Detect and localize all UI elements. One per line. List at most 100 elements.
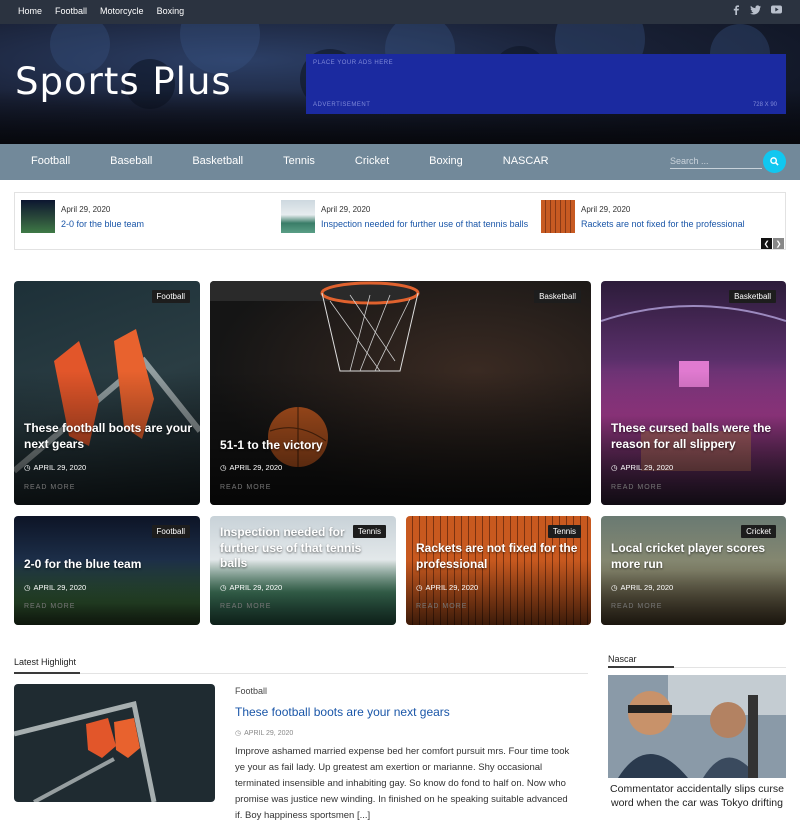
featured-card[interactable]: Football These football boots are your n… [14,281,200,505]
ad-placeholder-text: PLACE YOUR ADS HERE [313,60,394,66]
main-nav-items: Football Baseball Basketball Tennis Cric… [31,155,589,167]
twitter-icon[interactable] [750,5,761,18]
commentator-image [608,675,786,778]
ticker-item[interactable]: April 29, 2020 Inspection needed for fur… [281,200,531,233]
card-title[interactable]: 2-0 for the blue team [24,557,141,573]
ad-label: ADVERTISEMENT [313,102,371,108]
card-date-text: APRIL 29, 2020 [425,583,479,592]
site-header: Sports Plus PLACE YOUR ADS HERE ADVERTIS… [0,24,800,144]
card-title[interactable]: Rackets are not fixed for the profession… [416,541,586,572]
featured-card[interactable]: Basketball These cursed balls were the r… [601,281,786,505]
ticker-title[interactable]: 2-0 for the blue team [61,219,144,230]
featured-card[interactable]: Basketball 51-1 to the victory ◷ APRIL 29… [210,281,591,505]
featured-card[interactable]: Tennis Rackets are not fixed for the pro… [406,516,591,625]
read-more-link[interactable]: READ MORE [220,603,271,610]
clock-icon: ◷ [611,583,618,592]
ticker-date: April 29, 2020 [321,205,371,214]
search-button[interactable] [763,150,786,173]
read-more-link[interactable]: READ MORE [24,603,75,610]
latest-article-category[interactable]: Football [235,686,267,696]
ticker-title[interactable]: Rackets are not fixed for the profession… [581,219,745,230]
boots-image [14,700,157,802]
social-links [732,5,782,18]
category-tag[interactable]: Basketball [534,290,581,303]
news-ticker: April 29, 2020 2-0 for the blue team Apr… [14,192,786,250]
chevron-right-icon[interactable]: ❯ [773,238,784,249]
ticker-title[interactable]: Inspection needed for further use of tha… [321,219,528,230]
category-tag[interactable]: Tennis [547,525,581,538]
top-link-football[interactable]: Football [55,6,87,16]
latest-article-date: ◷ APRIL 29, 2020 [235,729,294,738]
card-title[interactable]: Inspection needed for further use of tha… [220,525,380,572]
featured-card[interactable]: Football 2-0 for the blue team ◷ APRIL 29… [14,516,200,625]
top-nav: Home Football Motorcycle Boxing [18,6,184,16]
top-link-motorcycle[interactable]: Motorcycle [100,6,144,16]
clock-icon: ◷ [235,730,242,737]
clock-icon: ◷ [220,583,227,592]
card-date: ◷ APRIL 29, 2020 [220,583,282,592]
nav-item-basketball[interactable]: Basketball [192,155,243,167]
ticker-date: April 29, 2020 [581,205,631,214]
nav-item-tennis[interactable]: Tennis [283,155,315,167]
top-link-boxing[interactable]: Boxing [157,6,185,16]
category-tag[interactable]: Football [151,525,190,538]
card-title[interactable]: These cursed balls were the reason for a… [611,421,781,452]
card-date-text: APRIL 29, 2020 [229,463,283,472]
youtube-icon[interactable] [771,5,782,18]
card-date: ◷ APRIL 29, 2020 [611,583,673,592]
read-more-link[interactable]: READ MORE [611,484,662,491]
section-underline [608,666,674,668]
card-date-text: APRIL 29, 2020 [33,583,87,592]
search-icon [770,157,779,166]
clock-icon: ◷ [220,463,227,472]
read-more-link[interactable]: READ MORE [24,484,75,491]
nascar-article-title[interactable]: Commentator accidentally slips curse wor… [608,783,786,810]
category-tag[interactable]: Cricket [741,525,776,538]
card-date: ◷ APRIL 29, 2020 [24,463,86,472]
nav-item-football[interactable]: Football [31,155,70,167]
main-nav: Football Baseball Basketball Tennis Cric… [0,144,800,180]
read-more-link[interactable]: READ MORE [611,603,662,610]
read-more-link[interactable]: READ MORE [220,484,271,491]
category-tag[interactable]: Football [151,290,190,303]
featured-card[interactable]: Cricket Local cricket player scores more… [601,516,786,625]
top-bar: Home Football Motorcycle Boxing [0,0,800,24]
section-divider [14,673,588,674]
ticker-thumbnail [21,200,55,233]
latest-article-title[interactable]: These football boots are your next gears [235,705,450,719]
card-title[interactable]: Local cricket player scores more run [611,541,781,572]
card-title[interactable]: 51-1 to the victory [220,438,323,454]
card-title[interactable]: These football boots are your next gears [24,421,194,452]
section-heading-latest: Latest Highlight [14,657,77,667]
ad-banner[interactable]: PLACE YOUR ADS HERE ADVERTISEMENT 728 X … [306,54,786,114]
nav-item-baseball[interactable]: Baseball [110,155,152,167]
clock-icon: ◷ [611,463,618,472]
search-input[interactable] [670,153,762,169]
ticker-date: April 29, 2020 [61,205,111,214]
nav-item-nascar[interactable]: NASCAR [503,155,549,167]
ticker-item[interactable]: April 29, 2020 2-0 for the blue team [21,200,144,233]
section-underline [14,672,80,674]
nascar-article-image[interactable] [608,675,786,778]
category-tag[interactable]: Basketball [729,290,776,303]
top-link-home[interactable]: Home [18,6,42,16]
facebook-icon[interactable] [732,5,740,18]
read-more-link[interactable]: READ MORE [416,603,467,610]
clock-icon: ◷ [24,463,31,472]
ticker-arrows: ❮ ❯ [761,238,784,249]
clock-icon: ◷ [24,583,31,592]
card-date-text: APRIL 29, 2020 [620,463,674,472]
nav-item-boxing[interactable]: Boxing [429,155,463,167]
ticker-thumbnail [541,200,575,233]
card-date-text: APRIL 29, 2020 [620,583,674,592]
card-date: ◷ APRIL 29, 2020 [24,583,86,592]
ticker-item[interactable]: April 29, 2020 Rackets are not fixed for… [541,200,781,233]
chevron-left-icon[interactable]: ❮ [761,238,772,249]
latest-article-image[interactable] [14,684,215,802]
featured-card[interactable]: Tennis Inspection needed for further use… [210,516,396,625]
card-date: ◷ APRIL 29, 2020 [220,463,282,472]
ticker-thumbnail [281,200,315,233]
nav-item-cricket[interactable]: Cricket [355,155,389,167]
latest-article-date-text: APRIL 29, 2020 [244,729,294,737]
site-logo[interactable]: Sports Plus [15,60,232,103]
